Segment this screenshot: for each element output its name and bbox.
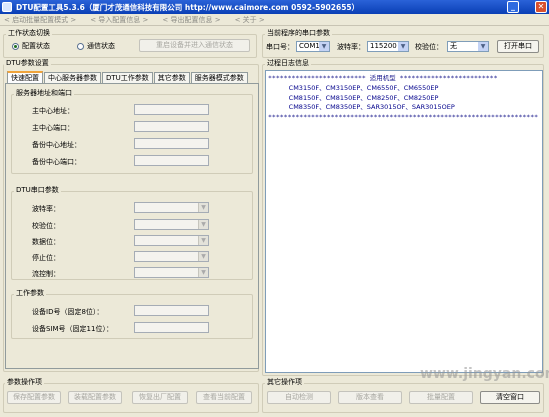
- work-params-title: 工作参数: [14, 289, 46, 298]
- load-config-button[interactable]: 装载配置参数: [68, 391, 122, 404]
- auto-detect-button[interactable]: 自动检测: [267, 391, 331, 404]
- chevron-down-icon[interactable]: ▼: [198, 220, 208, 229]
- chevron-down-icon[interactable]: ▼: [198, 236, 208, 245]
- chevron-down-icon[interactable]: ▼: [398, 42, 408, 51]
- dtu-flowcontrol-label: 流控制：: [32, 270, 60, 278]
- clear-window-button[interactable]: 清空窗口: [480, 391, 540, 404]
- comm-state-label[interactable]: 通信状态: [87, 42, 115, 51]
- log-textarea[interactable]: ************************* 适用机型 *********…: [265, 70, 543, 373]
- factory-reset-button[interactable]: 恢复出厂配置: [132, 391, 188, 404]
- dtu-parity-select[interactable]: ▼: [134, 219, 209, 230]
- serial-params-title: 当前程序的串口参数: [265, 29, 332, 38]
- param-ops-title: 参数操作项: [5, 378, 44, 387]
- dtu-serial-title: DTU串口参数: [14, 186, 61, 195]
- app-icon: [2, 2, 12, 12]
- log-line: ************************* 适用机型 *********…: [268, 74, 498, 82]
- menu-batch-mode[interactable]: < 启动批量配置模式 >: [4, 15, 76, 25]
- dtu-stopbits-label: 停止位：: [32, 254, 60, 262]
- parity-select[interactable]: 无 ▼: [447, 41, 489, 52]
- chevron-down-icon[interactable]: ▼: [198, 268, 208, 277]
- backup-center-port-input[interactable]: [134, 155, 209, 166]
- port-label: 串口号：: [266, 43, 294, 51]
- menu-about[interactable]: < 关于 >: [235, 15, 265, 25]
- window-title: DTU配置工具5.3.6（厦门才茂通信科技有限公司 http://www.cai…: [16, 2, 360, 12]
- log-title: 过程日志信息: [265, 59, 311, 68]
- view-config-button[interactable]: 查看当前配置: [196, 391, 252, 404]
- server-address-title: 服务器地址和端口: [14, 89, 74, 98]
- config-state-label[interactable]: 配置状态: [22, 42, 50, 51]
- device-id-label: 设备ID号（固定8位）：: [32, 308, 104, 316]
- device-sim-input[interactable]: [134, 322, 209, 333]
- log-line: CM3150F、CM3150EP、CM6550F、CM6550EP: [268, 84, 439, 92]
- other-ops-title: 其它操作项: [265, 378, 304, 387]
- log-line: CM8350F、CM8350EP、SAR3015OF、SAR3015OEP: [268, 103, 455, 111]
- baud-select[interactable]: 115200 ▼: [367, 41, 409, 52]
- baud-value: 115200: [370, 42, 397, 50]
- title-bar[interactable]: DTU配置工具5.3.6（厦门才茂通信科技有限公司 http://www.cai…: [0, 0, 549, 14]
- main-center-address-label: 主中心地址：: [32, 107, 74, 115]
- close-button[interactable]: ✕: [535, 1, 547, 13]
- dtu-databits-select[interactable]: ▼: [134, 235, 209, 246]
- dtu-params-title: DTU参数设置: [4, 59, 51, 68]
- version-button[interactable]: 版本查看: [338, 391, 402, 404]
- watermark: www.jingyan.com: [420, 366, 549, 382]
- parity-label: 校验位：: [415, 43, 443, 51]
- restart-comm-button[interactable]: 重启设备并进入通信状态: [139, 39, 250, 52]
- minimize-button[interactable]: _: [507, 1, 519, 13]
- chevron-down-icon[interactable]: ▼: [198, 203, 208, 212]
- dtu-stopbits-select[interactable]: ▼: [134, 251, 209, 262]
- chevron-down-icon[interactable]: ▼: [478, 42, 488, 51]
- backup-center-address-label: 备份中心地址：: [32, 141, 81, 149]
- main-center-address-input[interactable]: [134, 104, 209, 115]
- baud-label: 波特率：: [337, 43, 365, 51]
- batch-config-button[interactable]: 批量配置: [409, 391, 473, 404]
- backup-center-address-input[interactable]: [134, 138, 209, 149]
- save-config-button[interactable]: 保存配置参数: [7, 391, 61, 404]
- main-center-port-label: 主中心端口：: [32, 124, 74, 132]
- main-center-port-input[interactable]: [134, 121, 209, 132]
- dtu-baud-select[interactable]: ▼: [134, 202, 209, 213]
- device-sim-label: 设备SIM号（固定11位）：: [32, 325, 113, 333]
- dtu-flowcontrol-select[interactable]: ▼: [134, 267, 209, 278]
- port-select[interactable]: COM1 ▼: [296, 41, 330, 52]
- parity-value: 无: [450, 42, 457, 50]
- comm-state-radio[interactable]: [77, 43, 84, 50]
- port-value: COM1: [299, 42, 320, 50]
- open-port-button[interactable]: 打开串口: [497, 40, 539, 53]
- dtu-parity-label: 校验位：: [32, 222, 60, 230]
- backup-center-port-label: 备份中心端口：: [32, 158, 81, 166]
- config-state-radio[interactable]: [12, 43, 19, 50]
- device-id-input[interactable]: [134, 305, 209, 316]
- dtu-baud-label: 波特率：: [32, 205, 60, 213]
- chevron-down-icon[interactable]: ▼: [198, 252, 208, 261]
- menu-bar: < 启动批量配置模式 > < 导入配置信息 > < 导出配置信息 > < 关于 …: [0, 14, 549, 26]
- dtu-databits-label: 数据位：: [32, 238, 60, 246]
- work-state-title: 工作状态切换: [6, 29, 52, 38]
- log-line: ****************************************…: [268, 113, 539, 121]
- chevron-down-icon[interactable]: ▼: [319, 42, 329, 51]
- menu-import-config[interactable]: < 导入配置信息 >: [90, 15, 148, 25]
- log-line: CM8150F、CM8150EP、CM8250F、CM8250EP: [268, 94, 439, 102]
- menu-export-config[interactable]: < 导出配置信息 >: [162, 15, 220, 25]
